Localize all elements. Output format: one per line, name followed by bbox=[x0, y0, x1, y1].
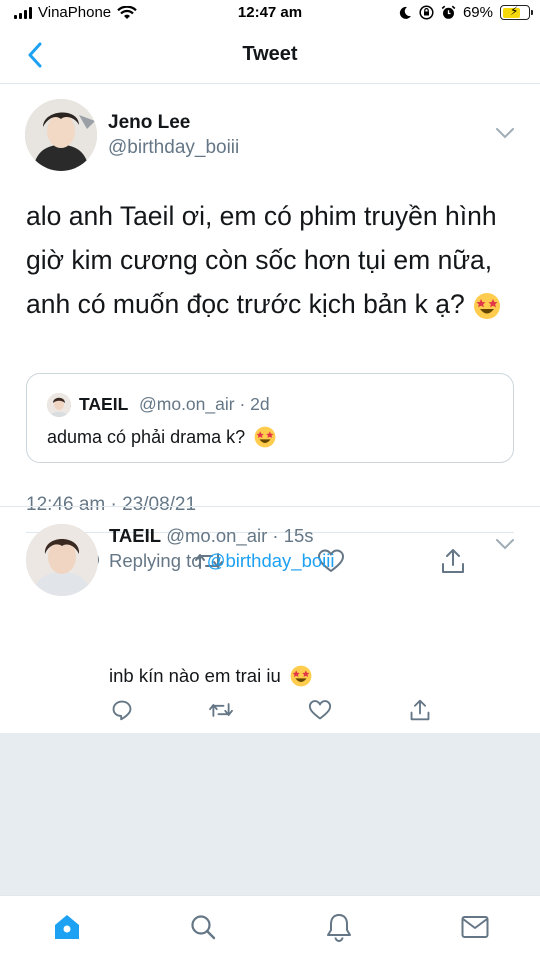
tweet-body: alo anh Taeil ơi, em có phim truyền hình… bbox=[26, 201, 497, 319]
replying-to-label: Replying to bbox=[109, 550, 202, 571]
quote-author-name: TAEIL bbox=[79, 394, 129, 414]
star-struck-emoji-icon bbox=[474, 293, 501, 319]
moon-icon bbox=[399, 6, 411, 19]
star-struck-emoji-icon bbox=[290, 665, 312, 687]
chevron-down-icon[interactable] bbox=[494, 126, 516, 140]
reply-author-handle: @mo.on_air · 15s bbox=[166, 525, 314, 546]
author-avatar[interactable] bbox=[25, 99, 97, 171]
messages-icon bbox=[461, 916, 489, 938]
chevron-down-icon[interactable] bbox=[494, 537, 516, 551]
tab-notifications[interactable] bbox=[322, 910, 356, 944]
reply-body: inb kín nào em trai iu bbox=[109, 665, 281, 686]
heart-icon bbox=[308, 700, 332, 720]
reply-icon bbox=[112, 700, 132, 721]
page-title: Tweet bbox=[242, 43, 298, 65]
reply-text: inb kín nào em trai iu bbox=[109, 664, 313, 688]
replying-to-mention[interactable]: @birthday_boiii bbox=[207, 550, 335, 571]
like-button[interactable] bbox=[305, 695, 335, 725]
share-button[interactable] bbox=[405, 695, 435, 725]
quote-body: aduma có phải drama k? bbox=[47, 426, 246, 447]
quote-avatar bbox=[47, 393, 71, 417]
home-icon bbox=[55, 915, 79, 939]
status-bar: VinaPhone 12:47 am 69% ⚡ bbox=[0, 0, 540, 28]
status-right: 69% ⚡ bbox=[398, 4, 533, 21]
retweet-button[interactable] bbox=[206, 695, 236, 725]
reply-tweet[interactable]: TAEIL @mo.on_air · 15s Replying to @birt… bbox=[0, 507, 540, 733]
tab-home[interactable] bbox=[50, 910, 84, 944]
tab-bar bbox=[0, 895, 540, 960]
tab-search[interactable] bbox=[186, 910, 220, 944]
battery-percent: 69% bbox=[462, 4, 493, 21]
notifications-icon bbox=[327, 914, 351, 942]
star-struck-emoji-icon bbox=[254, 426, 276, 448]
reply-button[interactable] bbox=[107, 695, 137, 725]
retweet-icon bbox=[209, 703, 233, 717]
author-name[interactable]: Jeno Lee bbox=[108, 112, 190, 134]
nav-bar: Tweet bbox=[0, 28, 540, 84]
reply-avatar[interactable] bbox=[26, 524, 98, 596]
quoted-tweet[interactable]: TAEIL @mo.on_air · 2d aduma có phải dram… bbox=[26, 373, 514, 463]
tweet-text: alo anh Taeil ơi, em có phim truyền hình… bbox=[26, 194, 521, 326]
quote-text: aduma có phải drama k? bbox=[47, 425, 277, 449]
quote-author-handle: @mo.on_air · 2d bbox=[139, 394, 270, 414]
share-icon bbox=[410, 699, 430, 721]
alarm-icon bbox=[441, 5, 456, 19]
empty-area bbox=[0, 733, 540, 895]
reply-actions bbox=[0, 695, 540, 725]
reply-author-name[interactable]: TAEIL bbox=[109, 525, 161, 546]
reply-header: TAEIL @mo.on_air · 15s bbox=[109, 525, 314, 547]
tab-messages[interactable] bbox=[458, 910, 492, 944]
search-icon bbox=[191, 915, 216, 940]
replying-to: Replying to @birthday_boiii bbox=[109, 550, 335, 572]
author-handle[interactable]: @birthday_boiii bbox=[108, 137, 239, 159]
orientation-lock-icon bbox=[419, 5, 434, 20]
battery-icon: ⚡ bbox=[500, 4, 533, 20]
